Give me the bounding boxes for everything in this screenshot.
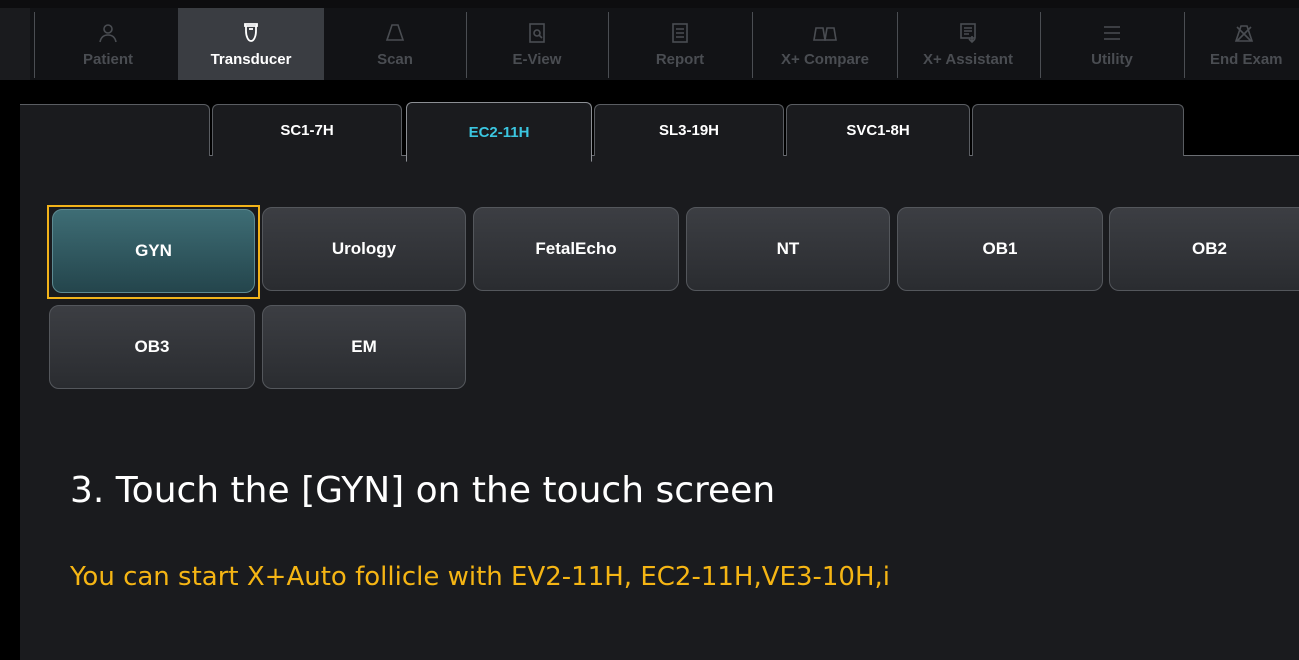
preset-urology-button[interactable]: Urology [262,207,466,291]
menu-icon [1104,25,1120,40]
preset-ob1-button[interactable]: OB1 [897,207,1103,291]
transducer-icon [244,22,258,42]
toolbar-scan-label: Scan [377,50,413,68]
toolbar-report[interactable]: Report [610,8,750,80]
top-edge [0,0,1299,8]
toolbar-end-exam[interactable]: End Exam [1186,8,1299,80]
preset-label: GYN [135,241,172,260]
toolbar-patient-label: Patient [82,50,133,68]
tab-ec2-11h[interactable]: EC2-11H [406,102,592,162]
toolbar-transducer-label: Transducer [210,50,292,68]
tab-label: SC1-7H [280,122,334,139]
tab-empty-left[interactable] [20,104,210,156]
preset-em-button[interactable]: EM [262,305,466,389]
toolbar-utility-label: Utility [1091,50,1133,68]
preset-label: FetalEcho [535,239,617,258]
scan-icon [385,23,405,41]
preset-ob2-button[interactable]: OB2 [1109,207,1299,291]
toolbar-end-exam-label: End Exam [1210,50,1283,68]
note-text: You can start X+Auto follicle with EV2-1… [70,562,891,592]
toolbar-separator [466,12,467,78]
preset-label: OB3 [134,337,170,356]
preset-fetalecho-button[interactable]: FetalEcho [473,207,679,291]
toolbar-separator [608,12,609,78]
toolbar-separator [1184,12,1185,78]
toolbar-patient[interactable]: Patient [40,8,176,80]
transducer-tabbar: SC1-7H EC2-11H SL3-19H SVC1-8H [20,96,1299,162]
preset-label: OB1 [982,239,1018,258]
toolbar-x-assistant[interactable]: X+ Assistant [898,8,1038,80]
tab-svc1-8h[interactable]: SVC1-8H [786,104,970,156]
toolbar-scan[interactable]: Scan [326,8,464,80]
preset-ob3-button[interactable]: OB3 [49,305,255,389]
toolbar-eview[interactable]: E-View [468,8,606,80]
preset-label: EM [351,337,377,356]
compare-icon [813,26,837,41]
toolbar-separator [1040,12,1041,78]
toolbar-left-strip [0,8,30,80]
tab-sl3-19h[interactable]: SL3-19H [594,104,784,156]
end-exam-icon [1234,24,1254,42]
preset-label: NT [776,239,800,258]
tab-label: EC2-11H [468,123,530,141]
preset-label: Urology [331,239,397,258]
toolbar-utility[interactable]: Utility [1042,8,1182,80]
tab-sc1-7h[interactable]: SC1-7H [212,104,402,156]
tab-empty-right[interactable] [972,104,1184,156]
instruction-text: 3. Touch the [GYN] on the touch screen [70,470,776,511]
toolbar-eview-label: E-View [512,50,562,68]
assistant-icon [960,22,976,43]
tab-label: SL3-19H [658,122,720,139]
toolbar-report-label: Report [655,50,705,68]
person-icon [99,23,117,42]
toolbar-transducer[interactable]: Transducer [178,8,324,80]
left-edge [0,80,20,659]
toolbar-separator [752,12,753,78]
preset-gyn-button[interactable]: GYN [52,209,255,293]
toolbar-x-compare-label: X+ Compare [781,50,869,68]
toolbar-separator [34,12,35,78]
document-search-icon [529,22,545,43]
preset-label: OB2 [1192,239,1227,258]
preset-nt-button[interactable]: NT [686,207,890,291]
report-icon [672,22,688,43]
toolbar-x-assistant-label: X+ Assistant [923,50,1013,68]
toolbar-x-compare[interactable]: X+ Compare [754,8,896,80]
tab-label: SVC1-8H [846,122,910,139]
